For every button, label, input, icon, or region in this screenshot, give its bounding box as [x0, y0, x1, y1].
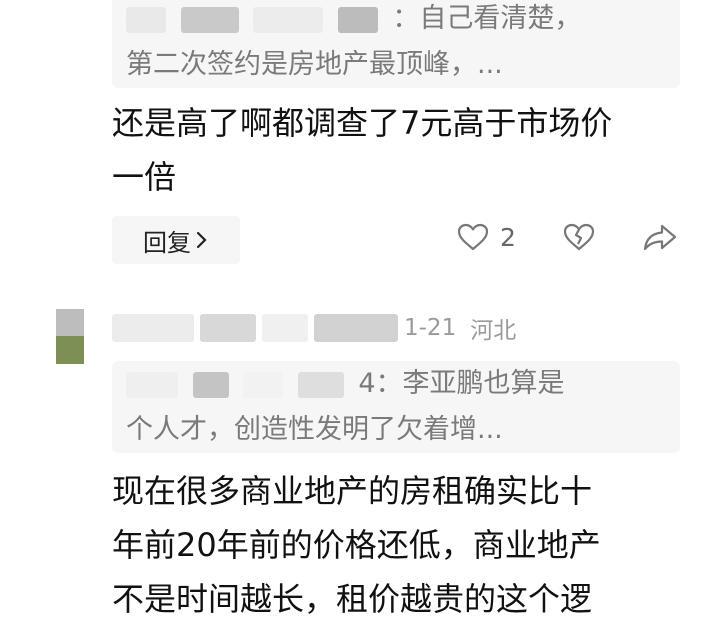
heart-icon [457, 223, 489, 251]
quote-line: ：自己看清楚， [126, 0, 680, 42]
avatar[interactable] [56, 309, 84, 364]
blurred-username [126, 6, 166, 33]
reply-label: 回复 [143, 228, 191, 257]
quote-line: 4：李亚鹏也算是 [126, 361, 680, 407]
blurred-username [112, 314, 194, 342]
quote-line: 个人才，创造性发明了欠着增... [126, 407, 680, 453]
blurred-username [262, 314, 308, 342]
broken-heart-icon [563, 223, 595, 251]
comment-text: 现在很多商业地产的房租确实比十 年前20年前的价格还低，商业地产 不是时间越长，… [112, 464, 692, 625]
blurred-username [192, 371, 229, 398]
comment-line: 一倍 [112, 158, 177, 196]
comment-actions: 回复 2 [112, 212, 702, 268]
comment-line: 还是高了啊都调查了7元高于市场价 [112, 104, 613, 142]
comment-meta: 1-21 河北 [112, 306, 516, 350]
quoted-reply[interactable]: ：自己看清楚， 第二次签约是房地产最顶峰，... [112, 0, 680, 88]
quote-text: 4：李亚鹏也算是 [358, 368, 565, 399]
share-button[interactable] [642, 222, 678, 252]
chevron-right-icon [196, 231, 207, 249]
blurred-username [126, 371, 178, 398]
quote-text: ：自己看清楚， [392, 3, 582, 34]
blurred-username [180, 6, 239, 33]
reply-button[interactable]: 回复 [112, 216, 240, 264]
comment-text: 还是高了啊都调查了7元高于市场价 一倍 [112, 96, 692, 204]
quoted-reply[interactable]: 4：李亚鹏也算是 个人才，创造性发明了欠着增... [112, 361, 680, 453]
quote-text: 个人才，创造性发明了欠着增... [126, 414, 503, 445]
comment-date: 1-21 [404, 315, 457, 341]
comment-thread: ：自己看清楚， 第二次签约是房地产最顶峰，... 还是高了啊都调查了7元高于市场… [0, 0, 720, 625]
comment-line: 年前20年前的价格还低，商业地产 [112, 526, 601, 564]
comment-line: 不是时间越长，租价越贵的这个逻 [112, 580, 593, 618]
blurred-username [314, 314, 398, 342]
comment-line: 现在很多商业地产的房租确实比十 [112, 472, 593, 510]
blurred-username [200, 314, 256, 342]
share-arrow-icon [643, 224, 677, 251]
dislike-button[interactable] [562, 222, 596, 252]
like-button[interactable]: 2 [456, 222, 516, 252]
like-count: 2 [500, 222, 516, 252]
quote-text: 第二次签约是房地产最顶峰，... [126, 49, 503, 80]
blurred-username [253, 6, 324, 33]
quote-line: 第二次签约是房地产最顶峰，... [126, 42, 680, 88]
blurred-username [243, 371, 284, 398]
blurred-username [337, 6, 378, 33]
blurred-username [297, 371, 344, 398]
comment-location: 河北 [470, 318, 517, 344]
